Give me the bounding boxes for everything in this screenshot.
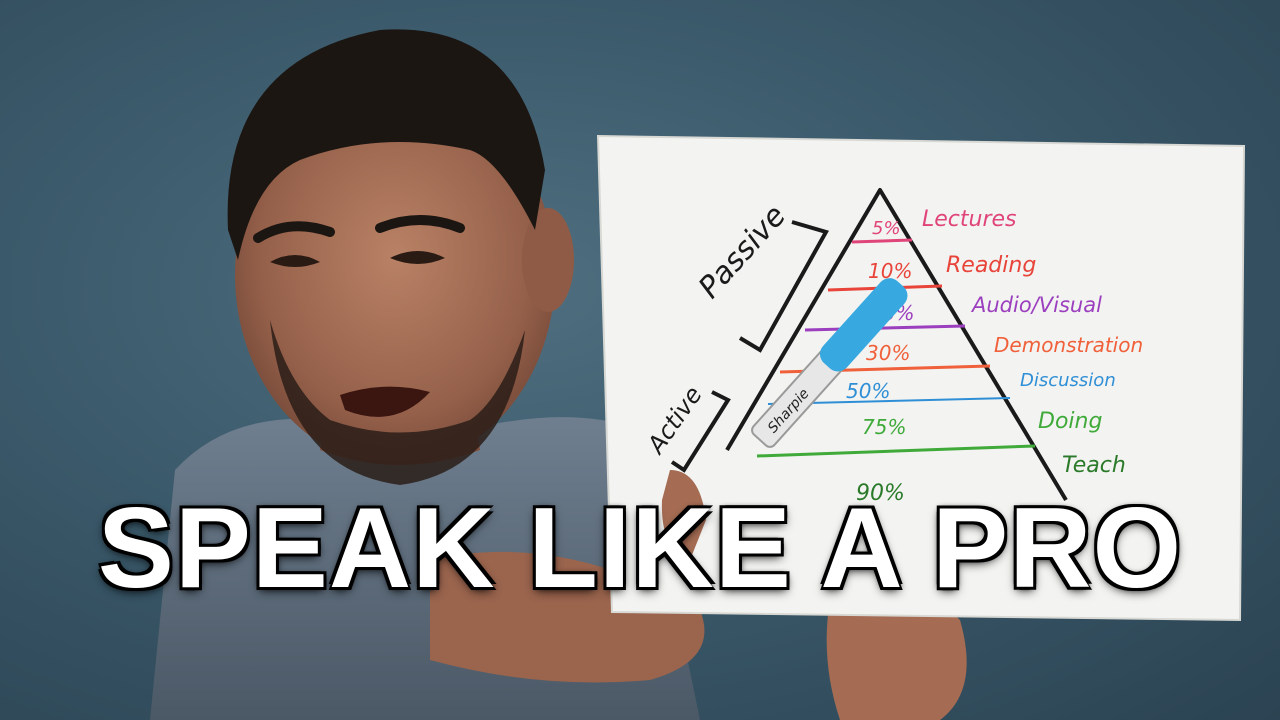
level-label: Discussion <box>1020 370 1116 391</box>
level-label: Teach <box>1062 453 1126 478</box>
level-percent: 90% <box>856 481 905 506</box>
level-label: Lectures <box>922 207 1017 232</box>
level-percent: 75% <box>862 415 906 439</box>
level-percent: 30% <box>866 341 910 365</box>
level-percent: 50% <box>846 379 890 403</box>
thumbnail-scene: Passive Active 5% 10% 20% 30% 50% 75% 90… <box>150 29 1246 720</box>
level-label: Audio/Visual <box>970 293 1102 317</box>
presenter-ear <box>522 208 574 312</box>
level-percent: 5% <box>872 218 901 239</box>
level-label: Reading <box>946 253 1036 278</box>
level-label: Demonstration <box>994 333 1143 357</box>
level-label: Doing <box>1038 409 1102 434</box>
pyramid-divider-1 <box>851 238 913 244</box>
